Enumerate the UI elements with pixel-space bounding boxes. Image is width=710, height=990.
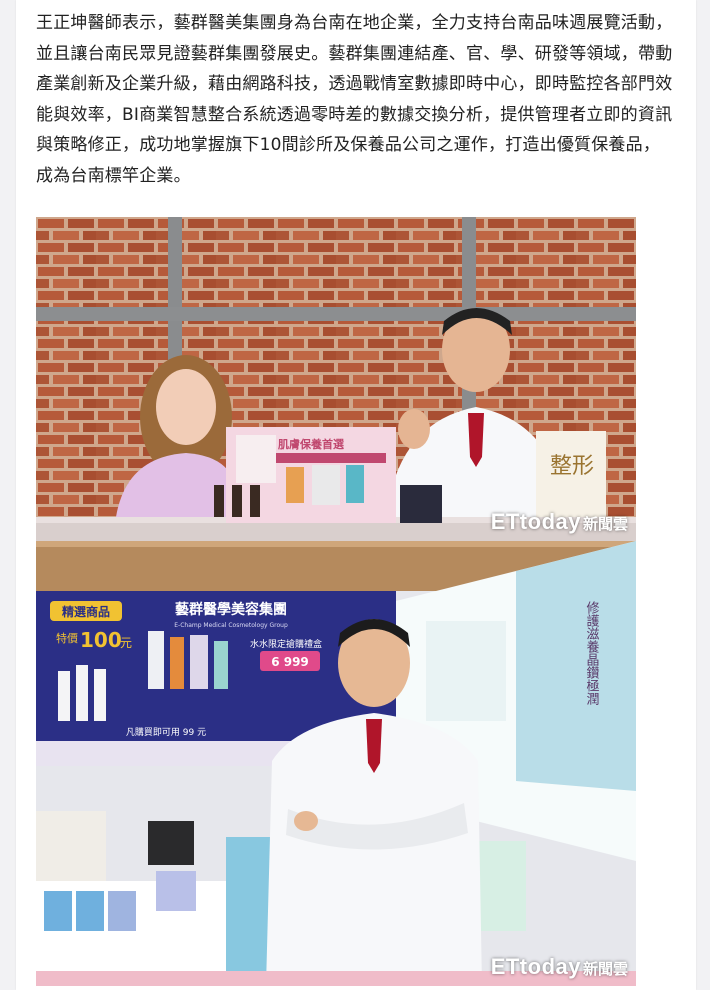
price-unit: 元 [120, 636, 132, 650]
livestream-photo-art: 肌膚保養首選 整形 [36, 217, 636, 541]
price-value: 100 [80, 628, 122, 652]
watermark-sub: 新聞雲 [582, 516, 628, 533]
article-photo-booth: 藝群醫學美容集團 E-Champ Medical Cosmetology Gro… [36, 541, 636, 986]
display-title: 肌膚保養首選 [277, 437, 344, 451]
watermark-brand: ETtoday [490, 509, 581, 534]
booth-photo-art: 藝群醫學美容集團 E-Champ Medical Cosmetology Gro… [36, 541, 636, 986]
banner-group-en: E-Champ Medical Cosmetology Group [174, 622, 288, 629]
product-box-text: 整形 [550, 454, 594, 479]
promo-price: 6 999 [271, 655, 309, 669]
article-body: 王正坤醫師表示，藝群醫美集團身為台南在地企業，全力支持台南品味週展覽活動，並且讓… [36, 8, 676, 192]
article-photo-livestream: 肌膚保養首選 整形 ETtoday 新聞雲 [36, 217, 636, 541]
watermark-ettoday: ETtoday 新聞雲 [491, 509, 628, 535]
promo-line: 水水限定搶購禮盒 [250, 638, 322, 650]
article-paragraph: 王正坤醫師表示，藝群醫美集團身為台南在地企業，全力支持台南品味週展覽活動，並且讓… [36, 13, 673, 186]
watermark-brand-2: ETtoday [490, 954, 581, 979]
watermark-ettoday-2: ETtoday 新聞雲 [491, 954, 628, 980]
watermark-sub-2: 新聞雲 [582, 961, 628, 978]
poster-vertical: 修護滋養晶鑽極潤 [584, 601, 600, 705]
badge-select: 精選商品 [62, 604, 110, 619]
banner-group-name: 藝群醫學美容集團 [175, 601, 287, 618]
price-label: 特價 [56, 631, 78, 645]
bottom-promo: 凡購買即可用 99 元 [126, 726, 206, 738]
